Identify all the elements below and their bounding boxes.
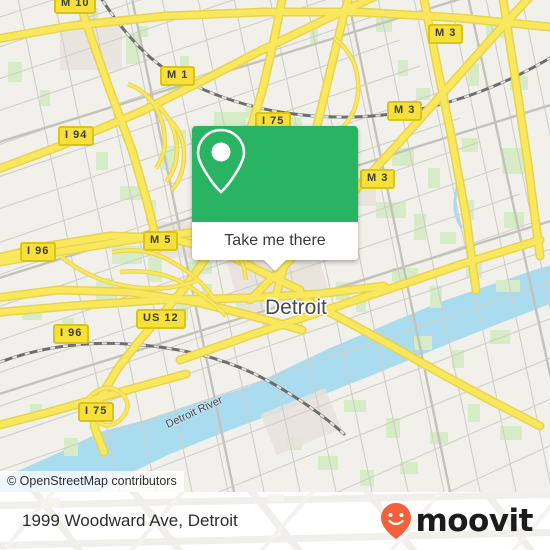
popup-action-bar[interactable]: Take me there: [192, 222, 358, 271]
highway-shield-m10: M 10: [54, 0, 97, 14]
city-label-detroit: Detroit: [265, 296, 327, 319]
map-canvas[interactable]: Detroit Detroit River M 10 M 3 M 1 M 3 I…: [0, 0, 550, 492]
highway-shield-us12: US 12: [136, 309, 186, 329]
moovit-logo[interactable]: moovit: [379, 502, 533, 540]
highway-shield-m3-c: M 3: [360, 169, 396, 189]
moovit-pin-smiley-icon: [381, 503, 412, 539]
highway-shield-m3-a: M 3: [428, 24, 464, 44]
highway-shield-i96-a: I 96: [20, 242, 57, 262]
location-popup[interactable]: Take me there: [192, 126, 358, 271]
highway-shield-i96-b: I 96: [53, 324, 90, 344]
highway-shield-i75-b: I 75: [78, 402, 115, 422]
map-screenshot: Detroit Detroit River M 10 M 3 M 1 M 3 I…: [0, 0, 550, 550]
highway-shield-m5: M 5: [143, 231, 179, 251]
highway-shield-i94: I 94: [58, 126, 95, 146]
footer-bar: 1999 Woodward Ave, Detroit moovit: [0, 492, 550, 550]
popup-image-area: [192, 126, 358, 222]
osm-attribution[interactable]: © OpenStreetMap contributors: [0, 471, 184, 492]
address-label: 1999 Woodward Ave, Detroit: [22, 511, 238, 530]
take-me-there-label: Take me there: [224, 232, 326, 249]
highway-shield-m3-b: M 3: [387, 101, 423, 121]
moovit-wordmark: moovit: [415, 502, 533, 539]
highway-shield-m1: M 1: [160, 66, 196, 86]
map-pin-icon: [196, 128, 246, 194]
popup-pointer: [264, 260, 286, 271]
